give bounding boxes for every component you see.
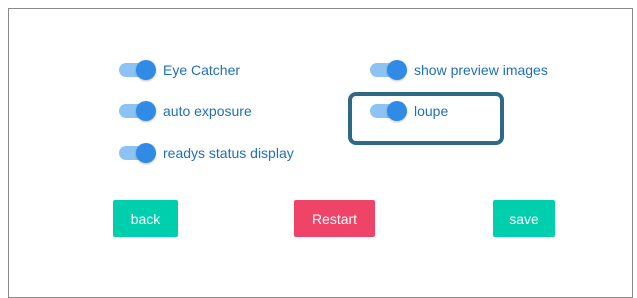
show-preview-images-label: show preview images [414, 62, 548, 78]
show-preview-images-toggle[interactable] [370, 60, 407, 80]
setting-show-preview-images: show preview images [370, 59, 548, 81]
loupe-highlight-box [348, 92, 504, 145]
save-button[interactable]: save [493, 200, 555, 237]
auto-exposure-toggle[interactable] [119, 101, 156, 121]
restart-button[interactable]: Restart [294, 200, 375, 237]
readys-status-display-label: readys status display [163, 145, 294, 161]
toggle-knob [136, 101, 156, 121]
back-button[interactable]: back [113, 200, 178, 237]
settings-panel: Eye Catcher auto exposure readys status … [8, 8, 633, 298]
auto-exposure-label: auto exposure [163, 103, 252, 119]
toggle-knob [136, 60, 156, 80]
eye-catcher-label: Eye Catcher [163, 62, 241, 78]
eye-catcher-toggle[interactable] [119, 60, 156, 80]
setting-auto-exposure: auto exposure [119, 100, 252, 122]
toggle-knob [136, 143, 156, 163]
setting-eye-catcher: Eye Catcher [119, 59, 240, 81]
setting-readys-status-display: readys status display [119, 142, 294, 164]
toggle-knob [387, 60, 407, 80]
readys-status-display-toggle[interactable] [119, 143, 156, 163]
